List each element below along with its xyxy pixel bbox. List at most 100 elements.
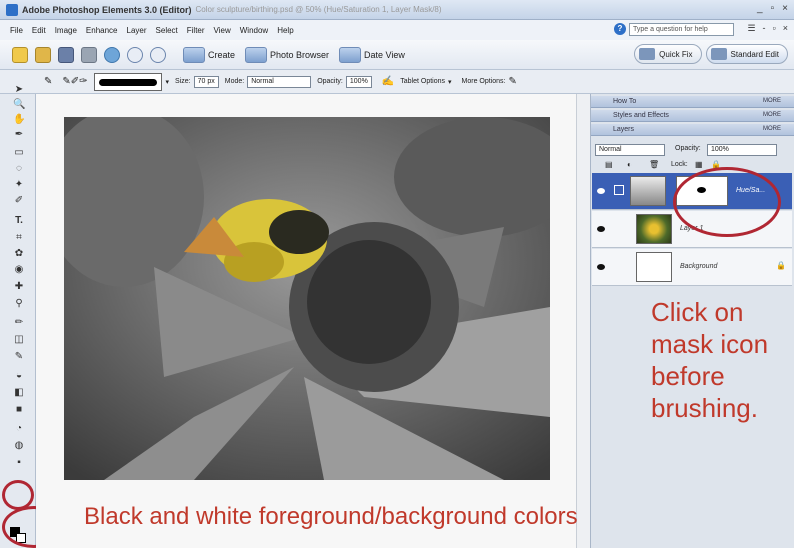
annotation-click-mask: Click on mask icon before brushing. [651,297,769,423]
brush-tool-icon[interactable]: ✎ [13,352,25,362]
lasso-tool-icon[interactable]: ◌ [13,164,25,174]
layer-1-thumbnail[interactable] [636,214,672,244]
photoshop-elements-icon [6,3,18,16]
adjustment-layer-icon[interactable]: ◐ [627,160,632,169]
layer-name: Background [680,263,718,270]
default-colors-icon[interactable]: ▪ [13,458,25,468]
menu-window[interactable]: Window [240,26,268,35]
lock-transparent-icon[interactable]: ▦ [695,160,703,169]
styles-effects-palette-header[interactable]: Styles and Effects MORE [591,110,794,122]
size-field[interactable]: 70 px [193,75,219,88]
sponge-tool-icon[interactable]: ◍ [13,441,25,451]
layer-blend-mode-select[interactable]: Normal [595,144,665,156]
paint-bucket-tool-icon[interactable]: ◒ [13,371,25,381]
visibility-eye-icon[interactable] [597,226,605,232]
print-icon[interactable] [81,46,97,63]
layers-more-button[interactable]: MORE [763,124,781,135]
crop-tool-icon[interactable]: ⌗ [13,233,25,243]
visibility-eye-icon[interactable] [597,264,605,270]
clone-stamp-tool-icon[interactable]: ⚲ [13,299,25,309]
doc-minimize-button[interactable]: - [763,23,766,34]
title-bar: Adobe Photoshop Elements 3.0 (Editor) Co… [0,0,794,20]
eraser-tool-icon[interactable]: ◫ [13,335,25,345]
mode-label: Mode: [224,78,245,85]
zoom-tool-icon[interactable]: 🔍 [13,100,25,110]
quick-fix-button[interactable]: Quick Fix [634,44,702,64]
new-file-icon[interactable] [12,46,28,63]
create-button[interactable]: Create [183,46,235,63]
bee-on-flower-photo[interactable] [64,117,550,480]
shape-tool-icon[interactable]: ■ [13,405,25,415]
more-options-brush-icon[interactable]: ✎ [508,76,516,87]
styles-effects-more-button[interactable]: MORE [763,110,781,121]
menu-image[interactable]: Image [55,26,77,35]
new-layer-icon[interactable]: ▤ [605,160,613,169]
layer-opacity-field[interactable]: 100% [707,144,777,156]
canvas-vertical-scrollbar[interactable] [576,94,590,548]
menu-layer[interactable]: Layer [127,26,147,35]
menu-help[interactable]: Help [277,26,293,35]
how-to-palette-header[interactable]: How To MORE [591,96,794,108]
save-icon[interactable] [58,46,74,63]
selection-brush-tool-icon[interactable]: ✐ [13,196,25,206]
background-thumbnail[interactable] [636,252,672,282]
brush-preview[interactable] [93,72,162,91]
menu-filter[interactable]: Filter [187,26,205,35]
quick-fix-icon [639,48,656,60]
opacity-field[interactable]: 100% [345,75,372,88]
blur-tool-icon[interactable]: ◔ [13,424,25,434]
marquee-tool-icon[interactable]: ▭ [13,148,25,158]
help-search-input[interactable]: Type a question for help [629,23,734,36]
tablet-options-dropdown-icon[interactable]: ▾ [448,78,452,86]
adjustment-layer-thumbnail[interactable] [630,176,666,206]
palette-menu-icon[interactable]: ☰ [747,23,755,34]
pencil-tool-icon[interactable]: ✏ [13,318,25,328]
eyedropper-tool-icon[interactable]: ✒ [13,130,25,140]
type-tool-icon[interactable]: T. [13,216,25,226]
tool-options-bar: ✎ ✎✐✑ ▾ Size: 70 px Mode: Normal Opacity… [0,70,794,94]
move-tool-icon[interactable]: ➤ [13,85,25,95]
standard-edit-button[interactable]: Standard Edit [705,44,788,64]
tablet-options-button[interactable]: Tablet Options [400,78,445,85]
annotation-colors: Black and white foreground/background co… [84,503,578,530]
menu-file[interactable]: File [10,26,23,35]
menu-enhance[interactable]: Enhance [86,26,118,35]
cookie-cutter-tool-icon[interactable]: ✿ [13,249,25,259]
mode-select[interactable]: Normal [247,75,312,88]
minimize-button[interactable]: _ [757,3,763,14]
airbrush-icon[interactable]: ✍ [382,76,394,87]
magic-wand-tool-icon[interactable]: ✦ [13,180,25,190]
close-button[interactable]: × [782,3,788,14]
menu-edit[interactable]: Edit [32,26,46,35]
window-title: Adobe Photoshop Elements 3.0 (Editor) [22,4,192,15]
photo-browser-icon [245,46,268,63]
more-options-button[interactable]: More Options: [462,78,506,85]
redo-icon[interactable] [150,46,166,63]
maximize-button[interactable]: ▫ [771,3,775,14]
opacity-label: Opacity: [317,78,343,85]
online-services-icon[interactable] [104,46,120,63]
delete-layer-icon[interactable]: 🗑 [649,160,659,169]
photo-browser-button[interactable]: Photo Browser [245,46,329,63]
layer-row-background[interactable]: Background 🔒 [592,249,792,286]
toolbox: ➤ 🔍 ✋ ✒ ▭ ◌ ✦ ✐ T. ⌗ ✿ ◉ ✚ ⚲ ✏ ◫ ✎ ◒ ◧ ■… [0,85,36,548]
layer-opacity-label: Opacity: [675,145,701,152]
menu-view[interactable]: View [214,26,231,35]
brush-presets-icon[interactable]: ✎✐✑ [62,76,87,87]
date-view-button[interactable]: Date View [339,46,405,63]
how-to-more-button[interactable]: MORE [763,96,781,107]
doc-close-button[interactable]: × [783,23,788,34]
undo-icon[interactable] [127,46,143,63]
brush-dropdown-icon[interactable]: ▾ [166,78,170,86]
size-label: Size: [175,78,191,85]
healing-brush-tool-icon[interactable]: ✚ [13,282,25,292]
gradient-tool-icon[interactable]: ◧ [13,388,25,398]
hand-tool-icon[interactable]: ✋ [13,115,25,125]
doc-restore-button[interactable]: ▫ [773,23,776,34]
menu-select[interactable]: Select [156,26,178,35]
red-eye-tool-icon[interactable]: ◉ [13,265,25,275]
layer-link-icon[interactable] [614,185,624,195]
open-folder-icon[interactable] [35,46,51,63]
layers-palette-header[interactable]: Layers MORE [591,124,794,136]
visibility-eye-icon[interactable] [597,188,605,194]
